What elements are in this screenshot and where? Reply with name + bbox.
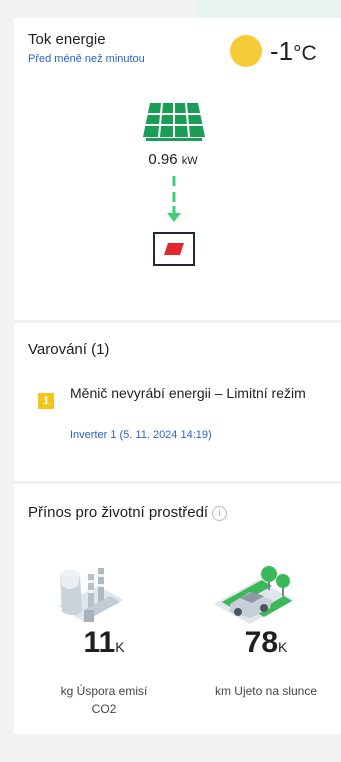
top-strip-tint <box>196 0 341 18</box>
environment-title-text: Přínos pro životní prostředí <box>28 504 209 521</box>
solar-panel-icon[interactable] <box>142 101 206 143</box>
km-driven-label: km Ujeto na slunce <box>214 684 318 698</box>
energy-flow-card: Tok energie Před méně než minutou -1°C 0… <box>14 18 341 320</box>
co2-savings-label: kg Úspora emisí CO2 <box>60 684 148 716</box>
temperature-unit: °C <box>293 42 317 65</box>
electric-car-icon <box>214 566 294 624</box>
warnings-card: Varování (1) 1 Měnič nevyrábí energii – … <box>14 323 341 481</box>
environment-title: Přínos pro životní prostředí i <box>28 504 228 521</box>
temperature: -1°C <box>270 36 317 67</box>
co2-savings-value: 11K <box>49 626 159 660</box>
top-strip <box>0 0 341 18</box>
solar-power-readout: 0.96 kW <box>132 151 214 168</box>
environment-card: Přínos pro životní prostředí i 11K 78K kg… <box>14 484 341 734</box>
solar-power-value: 0.96 <box>148 151 178 168</box>
inverter-icon[interactable] <box>152 231 196 267</box>
co2-suffix: K <box>115 639 125 655</box>
warning-message[interactable]: Měnič nevyrábí energii – Limitní režim <box>70 385 320 402</box>
flow-arrow-icon <box>167 176 181 222</box>
km-driven-value: 78K <box>211 626 321 660</box>
co2-plant-icon <box>58 568 124 622</box>
warning-level-badge: 1 <box>38 393 54 409</box>
temperature-value: -1 <box>270 36 294 66</box>
warnings-title: Varování (1) <box>28 341 110 358</box>
co2-value: 11 <box>83 626 116 659</box>
info-icon[interactable]: i <box>212 506 228 521</box>
sun-icon <box>230 35 262 67</box>
last-updated-text: Před méně než minutou <box>28 53 145 65</box>
energy-flow-title: Tok energie <box>28 31 106 48</box>
warning-source[interactable]: Inverter 1 (5. 11. 2024 14:19) <box>70 429 212 441</box>
solar-power-unit: kW <box>181 155 198 167</box>
km-value: 78 <box>244 626 279 659</box>
km-suffix: K <box>278 639 288 655</box>
